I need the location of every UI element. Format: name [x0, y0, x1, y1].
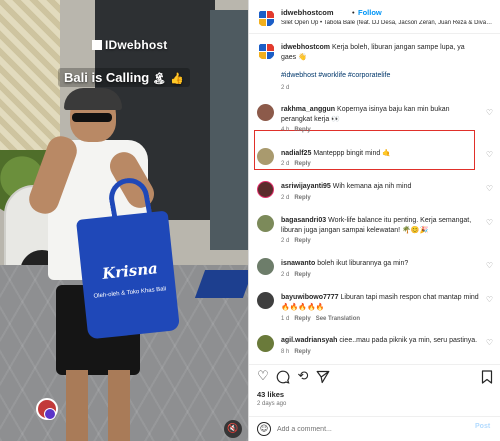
comment-text: bagasandri03 Work-life balance itu penti… [281, 216, 479, 235]
comment-body: Wih kemana aja nih mind [332, 183, 412, 190]
comment-avatar[interactable] [257, 292, 274, 309]
heart-icon[interactable]: ♡ [485, 184, 494, 193]
comment-text: rakhma_anggun Kopernya isinya baju kan m… [281, 105, 479, 124]
repost-icon[interactable]: ⟲ [295, 369, 311, 385]
account-avatar[interactable] [257, 9, 275, 27]
person-sunglasses [72, 113, 112, 122]
comment-meta: 2 d Reply [281, 195, 311, 201]
heart-icon[interactable]: ♡ [485, 295, 494, 304]
follow-button[interactable]: Follow [358, 8, 382, 17]
comment-meta: 2 d Reply [281, 272, 311, 278]
comment-text: asriwijayanti95 Wih kemana aja nih mind [281, 182, 479, 192]
comment-meta: 2 d Reply [281, 238, 311, 244]
bookmark-icon[interactable] [479, 369, 495, 385]
comment-username[interactable]: asriwijayanti95 [281, 183, 331, 190]
comment-time: 1 d [281, 316, 290, 322]
reply-button[interactable]: Reply [294, 349, 310, 355]
post-comment-button[interactable]: Post [475, 423, 490, 430]
comment-username[interactable]: isnawanto [281, 260, 315, 267]
person-cap [64, 88, 122, 110]
post-actions: ♡ ⟲ 43 likes 2 days ago [249, 364, 500, 416]
add-comment-bar: ☺ Post [249, 416, 500, 441]
likes-count[interactable]: 43 likes [257, 390, 284, 399]
person-right-leg [108, 370, 130, 441]
comment-meta: 1 d Reply See Translation [281, 316, 360, 322]
comment-avatar[interactable] [257, 181, 274, 198]
heart-icon[interactable]: ♡ [485, 108, 494, 117]
video-caption-overlay: Bali is Calling 🏝 👍 [58, 68, 190, 87]
heart-icon[interactable]: ♡ [255, 369, 271, 385]
comments-list[interactable]: idwebhostcom Kerja boleh, liburan jangan… [249, 34, 500, 364]
reply-button[interactable]: Reply [294, 238, 310, 244]
comment-avatar[interactable] [257, 258, 274, 275]
speaker-muted-icon[interactable]: 🔇 [224, 420, 242, 438]
share-icon[interactable] [315, 369, 331, 385]
caption-author-username[interactable]: idwebhostcom [281, 44, 330, 51]
account-username[interactable]: idwebhostcom [281, 8, 334, 17]
audio-track-link[interactable]: Silet Open Up • Tabola Bale (feat. DJ De… [281, 20, 493, 26]
comment-username[interactable]: bagasandri03 [281, 217, 326, 224]
video-watermark: IDwebhost [92, 38, 167, 52]
post-caption: idwebhostcom Kerja boleh, liburan jangan… [281, 43, 479, 62]
comment-meta: 2 d Reply [281, 161, 311, 167]
comment-meta: 4 h Reply [281, 127, 311, 133]
post-hashtags[interactable]: #idwebhost #worklife #corporatelife [281, 72, 390, 79]
reply-button[interactable]: Reply [294, 272, 310, 278]
person-left-leg [66, 370, 88, 441]
comment-avatar[interactable] [257, 148, 274, 165]
watermark-logo-icon [92, 40, 102, 50]
reply-button[interactable]: Reply [294, 161, 310, 167]
comment-input[interactable] [277, 422, 457, 436]
comment-text: isnawanto boleh ikut liburannya ga min? [281, 259, 479, 269]
comment-meta: 8 h Reply [281, 349, 311, 355]
tagged-account-badge-icon [44, 408, 56, 420]
comment-time: 8 h [281, 349, 290, 355]
comment-body: Manteppp bingit mind 🤙 [313, 150, 391, 157]
separator-dot: • [352, 8, 355, 17]
comment-text: agil.wadriansyah ciee..mau pada piknik y… [281, 336, 479, 346]
comment-text: nadialf25 Manteppp bingit mind 🤙 [281, 149, 479, 159]
comment-text: bayuwibowo7777 Liburan tapi masih respon… [281, 293, 479, 312]
comment-username[interactable]: bayuwibowo7777 [281, 294, 339, 301]
reply-button[interactable]: Reply [294, 195, 310, 201]
comment-avatar[interactable] [257, 104, 274, 121]
caption-emoji: 🏝 👍 [152, 72, 184, 85]
doormat [194, 270, 248, 298]
heart-icon[interactable]: ♡ [485, 218, 494, 227]
heart-icon[interactable]: ♡ [485, 261, 494, 270]
emoji-icon[interactable]: ☺ [257, 422, 271, 436]
comment-avatar[interactable] [257, 215, 274, 232]
caption-author-avatar[interactable] [257, 42, 275, 60]
comment-time: 2 d [281, 272, 290, 278]
caption-time: 2 d [281, 85, 289, 91]
glass-panel-background [210, 10, 248, 250]
comment-avatar[interactable] [257, 335, 274, 352]
video-caption-text: Bali is Calling [64, 70, 150, 85]
comment-time: 4 h [281, 127, 290, 133]
reply-button[interactable]: Reply [294, 316, 310, 322]
comment-body: ciee..mau pada piknik ya min, seru pasti… [339, 337, 478, 344]
caption-timestamp: 2 d [281, 85, 290, 91]
comment-body: boleh ikut liburannya ga min? [317, 260, 409, 267]
post-details-panel: idwebhostcom • Follow Silet Open Up • Ta… [248, 0, 500, 441]
heart-icon[interactable]: ♡ [485, 150, 494, 159]
post-date: 2 days ago [257, 401, 287, 407]
heart-icon[interactable]: ♡ [485, 338, 494, 347]
see-translation-button[interactable]: See Translation [316, 316, 360, 322]
comment-time: 2 d [281, 161, 290, 167]
post-header: idwebhostcom • Follow Silet Open Up • Ta… [249, 0, 500, 34]
comment-time: 2 d [281, 238, 290, 244]
comment-username[interactable]: nadialf25 [281, 150, 311, 157]
comment-time: 2 d [281, 195, 290, 201]
watermark-text: IDwebhost [105, 38, 168, 52]
comment-icon[interactable] [275, 369, 291, 385]
comment-username[interactable]: rakhma_anggun [281, 106, 335, 113]
reply-button[interactable]: Reply [294, 127, 310, 133]
post-media[interactable]: Krisna Oleh-oleh & Toko Khas Bali IDwebh… [0, 0, 248, 441]
comment-username[interactable]: agil.wadriansyah [281, 337, 337, 344]
